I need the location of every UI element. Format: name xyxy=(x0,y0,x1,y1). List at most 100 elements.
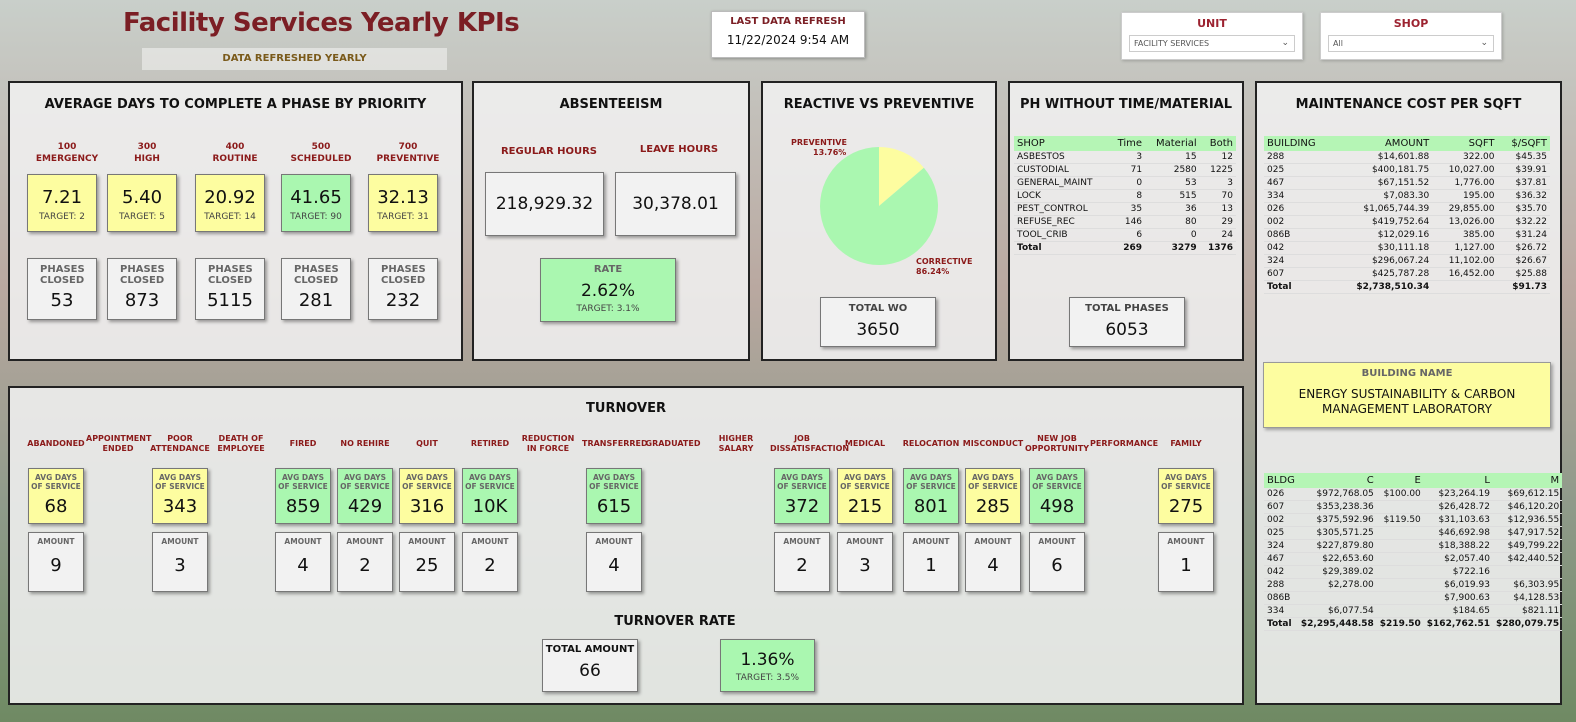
table-cell: $25.88 xyxy=(1497,267,1550,281)
column-header[interactable]: SQFT xyxy=(1432,136,1498,151)
table-cell: $7,900.63 xyxy=(1423,591,1493,605)
regular-hours-label: REGULAR HOURS xyxy=(500,146,598,157)
amount-value: 1 xyxy=(1180,555,1192,576)
column-header[interactable]: SHOP xyxy=(1014,136,1110,151)
table-cell xyxy=(1376,552,1424,566)
priority-name: HIGH xyxy=(134,154,160,164)
maint-cost-row[interactable]: 288 $14,601.88 322.00 $45.35 xyxy=(1264,151,1550,164)
avg-days-service-value: 615 xyxy=(596,496,632,517)
ph-row[interactable]: GENERAL_MAINT 0 53 3 xyxy=(1014,176,1236,190)
maint-cost-row[interactable]: 086B $12,029.16 385.00 $31.24 xyxy=(1264,228,1550,242)
avg-days-service-value: 498 xyxy=(1039,496,1075,517)
building-cost-row[interactable]: 324 $227,879.80 $18,388.22 $49,799.22 xyxy=(1264,539,1563,553)
table-cell: 324 xyxy=(1264,539,1298,553)
avg-days-service-card: AVG DAYS OF SERVICE 215 xyxy=(837,468,893,524)
avg-days-service-label: AVG DAYS OF SERVICE xyxy=(278,473,328,491)
priority-code: 700 xyxy=(398,142,418,152)
building-cost-row[interactable]: 026 $972,768.05 $100.00 $23,264.19 $69,612.1… xyxy=(1264,488,1563,501)
turnover-rate-value: 1.36% xyxy=(740,650,795,670)
maint-cost-row[interactable]: 002 $419,752.64 13,026.00 $32.22 xyxy=(1264,215,1550,229)
column-header[interactable]: M xyxy=(1492,473,1563,488)
ph-row[interactable]: REFUSE_REC 146 80 29 xyxy=(1014,215,1236,229)
priority-name: PREVENTIVE xyxy=(376,154,440,164)
turnover-category-label: HIGHER SALARY xyxy=(718,434,754,453)
table-cell: 288 xyxy=(1264,578,1298,592)
building-cost-row[interactable]: 002 $375,592.96 $119.50 $31,103.63 $12,936.5… xyxy=(1264,513,1563,527)
avg-days-service-card: AVG DAYS OF SERVICE 801 xyxy=(903,468,959,524)
column-header[interactable]: BLDG xyxy=(1264,473,1298,488)
avg-days-service-card: AVG DAYS OF SERVICE 859 xyxy=(275,468,331,524)
avg-days-card: 32.13 TARGET: 31 xyxy=(368,174,438,232)
building-cost-row[interactable]: 025 $305,571.25 $46,692.98 $47,917.52 xyxy=(1264,526,1563,540)
table-cell: $6,303.95 xyxy=(1492,578,1563,592)
table-cell: 146 xyxy=(1109,215,1146,229)
avg-days-target: TARGET: 5 xyxy=(119,212,165,222)
total-cell: $2,738,510.34 xyxy=(1332,280,1433,294)
column-header[interactable]: Time xyxy=(1109,136,1146,151)
rate-value: 2.62% xyxy=(580,281,635,301)
building-name-label: BUILDING NAME xyxy=(1361,368,1453,379)
building-cost-table: BLDG C E L M 026 $972,768.05 $100.00 $23,264.19… xyxy=(1264,473,1563,631)
table-cell: $23,264.19 xyxy=(1423,488,1493,501)
unit-dropdown[interactable]: FACILITY SERVICES ⌄ xyxy=(1129,35,1295,52)
table-cell: $26.67 xyxy=(1497,254,1550,268)
column-header[interactable]: C xyxy=(1297,473,1377,488)
table-cell: 2580 xyxy=(1145,163,1200,177)
avg-days-card: 41.65 TARGET: 90 xyxy=(281,174,351,232)
table-cell: 8 xyxy=(1109,189,1146,203)
column-header[interactable]: BUILDING xyxy=(1264,136,1333,151)
column-header[interactable]: Both xyxy=(1199,136,1236,151)
building-cost-row[interactable]: 467 $22,653.60 $2,057.40 $42,440.52 xyxy=(1264,552,1563,566)
table-cell: $39.91 xyxy=(1497,163,1550,177)
ph-row[interactable]: CUSTODIAL 71 2580 1225 xyxy=(1014,163,1236,177)
column-header[interactable]: L xyxy=(1423,473,1493,488)
avg-days-service-label: AVG DAYS OF SERVICE xyxy=(465,473,515,491)
table-cell: $46,120.20 xyxy=(1492,500,1563,514)
total-cell: $162,762.51 xyxy=(1423,617,1493,631)
maint-cost-row[interactable]: 025 $400,181.75 10,027.00 $39.91 xyxy=(1264,163,1550,177)
table-cell: $7,083.30 xyxy=(1332,189,1433,203)
shop-dropdown-value: All xyxy=(1333,39,1343,48)
ph-row[interactable]: LOCK 8 515 70 xyxy=(1014,189,1236,203)
absenteeism-panel: ABSENTEEISM REGULAR HOURS LEAVE HOURS 21… xyxy=(472,81,750,361)
maint-cost-row[interactable]: 042 $30,111.18 1,127.00 $26.72 xyxy=(1264,241,1550,255)
building-cost-row[interactable]: 334 $6,077.54 $184.65 $821.11 xyxy=(1264,604,1563,618)
amount-label: AMOUNT xyxy=(846,537,884,546)
amount-label: AMOUNT xyxy=(161,537,199,546)
building-cost-row[interactable]: 288 $2,278.00 $6,019.93 $6,303.95 xyxy=(1264,578,1563,592)
amount-value: 4 xyxy=(297,555,309,576)
avg-days-service-value: 68 xyxy=(44,496,68,517)
table-cell: $18,388.22 xyxy=(1423,539,1493,553)
preventive-label: PREVENTIVE xyxy=(791,138,847,147)
maint-cost-row[interactable]: 467 $67,151.52 1,776.00 $37.81 xyxy=(1264,176,1550,190)
building-cost-row[interactable]: 042 $29,389.02 $722.16 xyxy=(1264,565,1563,579)
table-cell: 35 xyxy=(1109,202,1146,216)
total-row: Total $2,738,510.34 $91.73 xyxy=(1264,280,1550,294)
column-header[interactable]: Material xyxy=(1145,136,1200,151)
ph-row[interactable]: ASBESTOS 3 15 12 xyxy=(1014,151,1236,164)
table-cell xyxy=(1376,565,1424,579)
column-header[interactable]: AMOUNT xyxy=(1332,136,1433,151)
chevron-down-icon: ⌄ xyxy=(1480,38,1488,48)
turnover-category-label: RETIRED xyxy=(470,439,510,448)
ph-row[interactable]: PEST_CONTROL 35 36 13 xyxy=(1014,202,1236,216)
maint-cost-row[interactable]: 324 $296,067.24 11,102.00 $26.67 xyxy=(1264,254,1550,268)
avg-days-value: 7.21 xyxy=(41,187,83,208)
column-header[interactable]: E xyxy=(1376,473,1424,488)
total-amount-value: 66 xyxy=(579,661,601,681)
turnover-rate-title: TURNOVER RATE xyxy=(614,614,736,629)
maint-cost-row[interactable]: 607 $425,787.28 16,452.00 $25.88 xyxy=(1264,267,1550,281)
turnover-category-label: ABANDONED xyxy=(27,439,85,448)
column-header[interactable]: $/SQFT xyxy=(1497,136,1550,151)
table-cell: $2,057.40 xyxy=(1423,552,1493,566)
shop-dropdown[interactable]: All ⌄ xyxy=(1328,35,1494,52)
maint-cost-row[interactable]: 026 $1,065,744.39 29,855.00 $35.70 xyxy=(1264,202,1550,216)
ph-row[interactable]: TOOL_CRIB 6 0 24 xyxy=(1014,228,1236,242)
table-cell xyxy=(1376,500,1424,514)
avg-days-service-label: AVG DAYS OF SERVICE xyxy=(589,473,639,491)
maint-cost-row[interactable]: 334 $7,083.30 195.00 $36.32 xyxy=(1264,189,1550,203)
table-cell xyxy=(1376,526,1424,540)
building-cost-row[interactable]: 086B $7,900.63 $4,128.53 xyxy=(1264,591,1563,605)
building-cost-row[interactable]: 607 $353,238.36 $26,428.72 $46,120.20 xyxy=(1264,500,1563,514)
amount-card: AMOUNT 3 xyxy=(152,532,208,592)
